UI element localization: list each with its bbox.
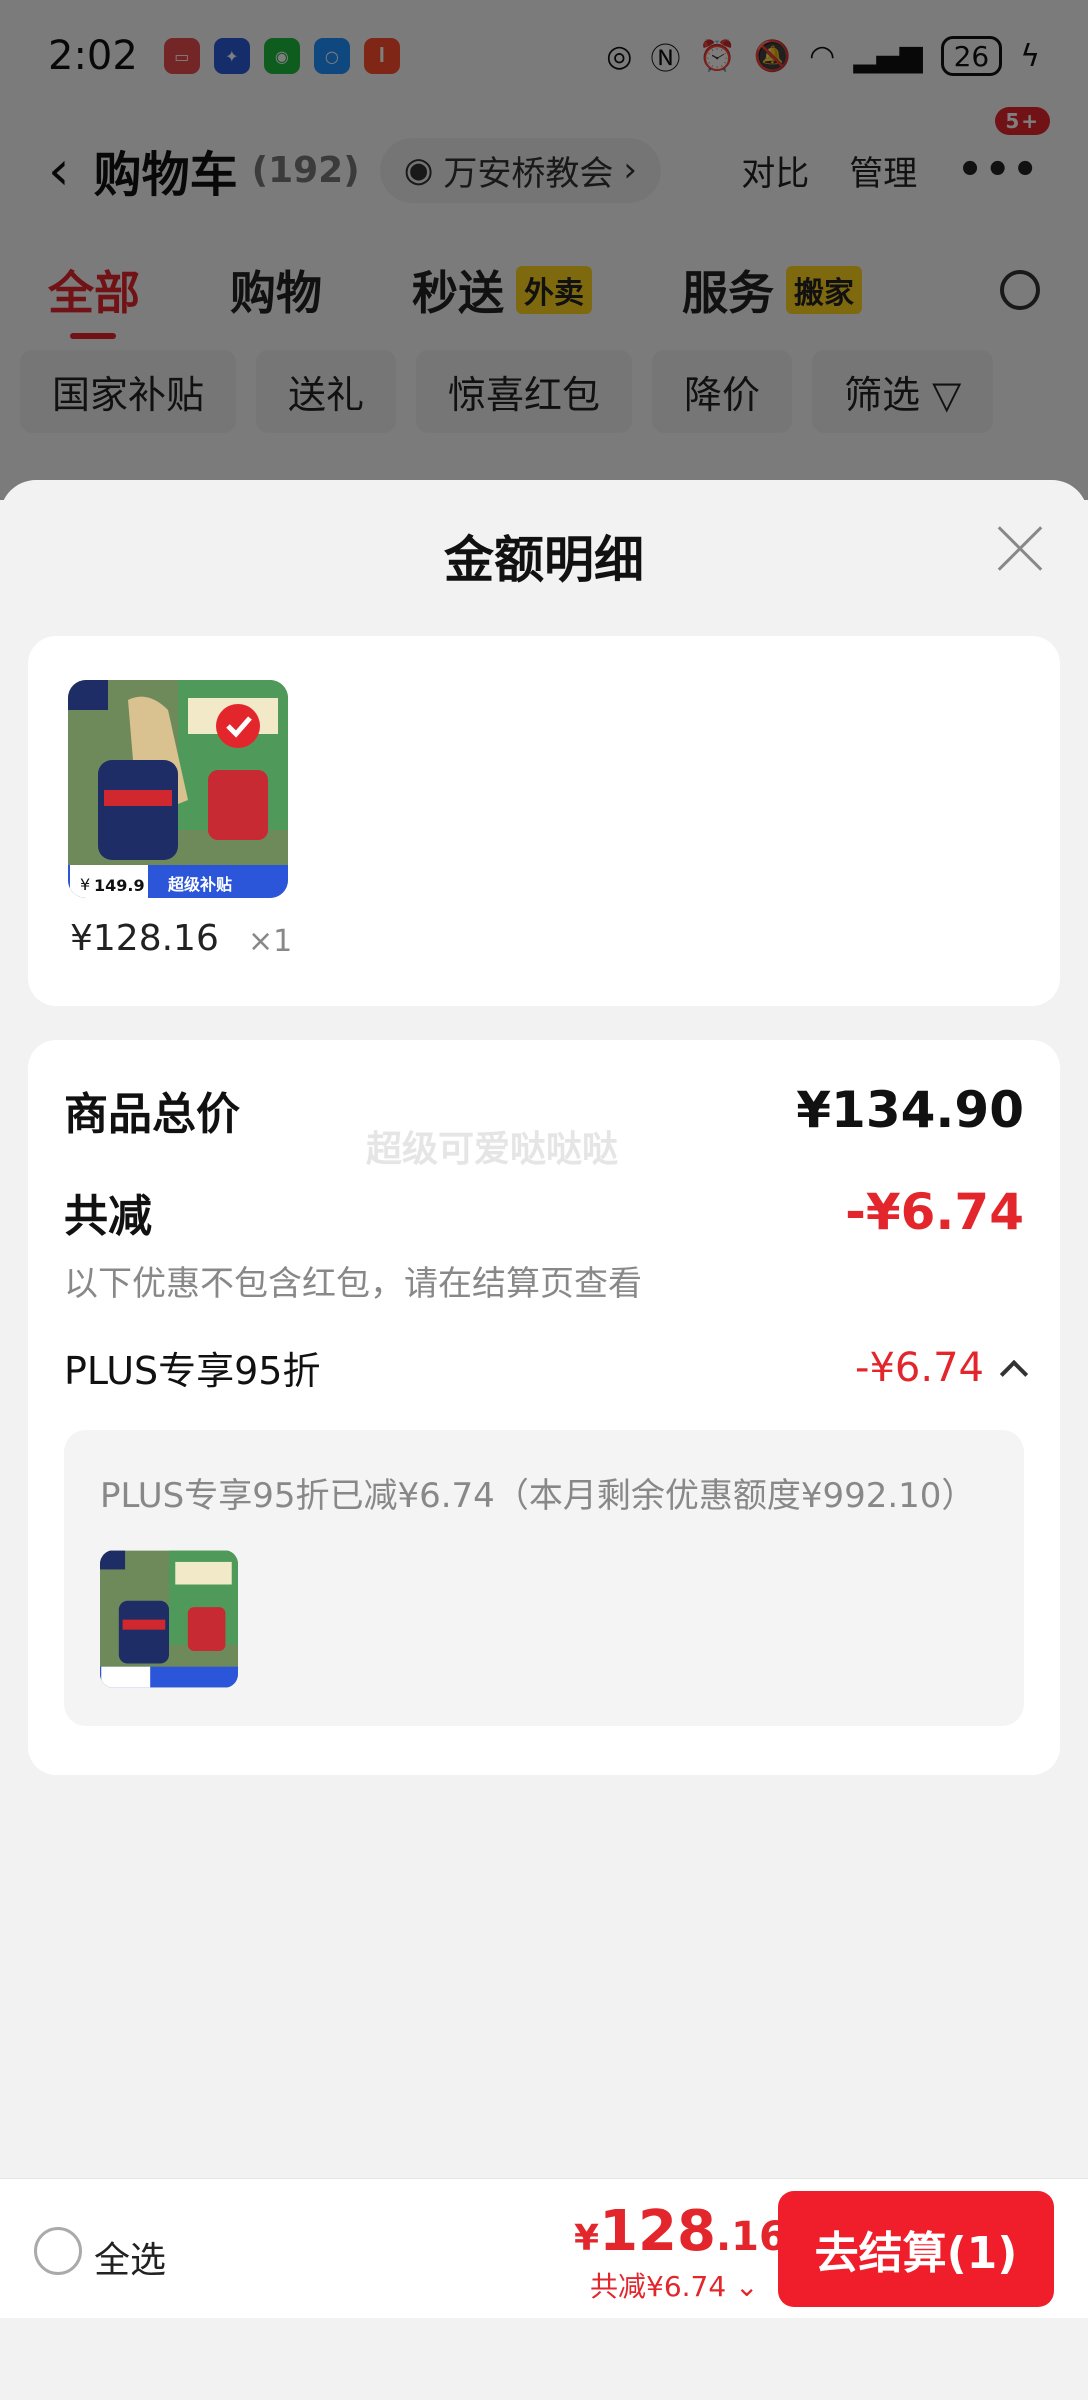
plus-discount-row[interactable]: PLUS专享95折 -¥6.74 [64, 1340, 1029, 1395]
price-summary-card: 超级可爱哒哒哒 商品总价 ¥134.90 共减 -¥6.74 以下优惠不包含红包… [28, 1040, 1060, 1775]
svg-text:超级补贴: 超级补贴 [167, 875, 232, 894]
total-saved[interactable]: 共减¥6.74 ⌄ [590, 2265, 759, 2305]
product-card: ¥ 149.9 超级补贴 ¥128.16 ×1 [28, 636, 1060, 1006]
plus-discount-detail: PLUS专享95折已减¥6.74（本月剩余优惠额度¥992.10） [64, 1430, 1024, 1726]
plus-discount-detail-text: PLUS专享95折已减¥6.74（本月剩余优惠额度¥992.10） [100, 1476, 976, 1516]
amount-detail-sheet: 金额明细 ¥ 149.9 超级补贴 ¥128.16 ×1 超级可爱哒哒哒 商品总… [0, 480, 1088, 2400]
price-integer: 128 [599, 2199, 716, 2264]
total-price-value: ¥134.90 [796, 1081, 1024, 1139]
product-price: ¥128.16 [70, 918, 219, 959]
reduction-value: -¥6.74 [845, 1183, 1024, 1241]
product-image[interactable]: ¥ 149.9 超级补贴 [68, 680, 288, 898]
chevron-up-icon[interactable] [999, 1359, 1029, 1388]
checkout-button[interactable]: 去结算(1) [778, 2191, 1054, 2307]
checkout-bar: 全选 ¥128.16 共减¥6.74 ⌄ 去结算(1) [0, 2178, 1088, 2318]
total-payable: ¥128.16 [574, 2199, 787, 2264]
sheet-title: 金额明细 [444, 531, 644, 589]
reduction-label: 共减 [64, 1191, 152, 1242]
select-all-radio[interactable] [34, 2227, 82, 2275]
plus-discount-label: PLUS专享95折 [64, 1349, 321, 1393]
currency-symbol: ¥ [574, 2218, 600, 2259]
product-quantity: ×1 [248, 924, 293, 959]
svg-text:149.9: 149.9 [94, 876, 145, 895]
plus-discount-value-wrap: -¥6.74 [855, 1344, 1029, 1391]
svg-text:¥: ¥ [80, 875, 90, 894]
product-thumbnail [100, 1550, 238, 1688]
price-decimal: .16 [715, 2214, 787, 2260]
discount-note: 以下优惠不包含红包，请在结算页查看 [64, 1264, 642, 1304]
plus-discount-value: -¥6.74 [855, 1344, 984, 1391]
select-all-label[interactable]: 全选 [94, 2231, 166, 2283]
total-price-row: 商品总价 ¥134.90 [64, 1078, 1024, 1142]
total-price-label: 商品总价 [64, 1089, 240, 1140]
close-icon[interactable] [996, 526, 1042, 572]
reduction-row: 共减 -¥6.74 [64, 1180, 1024, 1244]
modal-overlay[interactable] [0, 0, 1088, 500]
